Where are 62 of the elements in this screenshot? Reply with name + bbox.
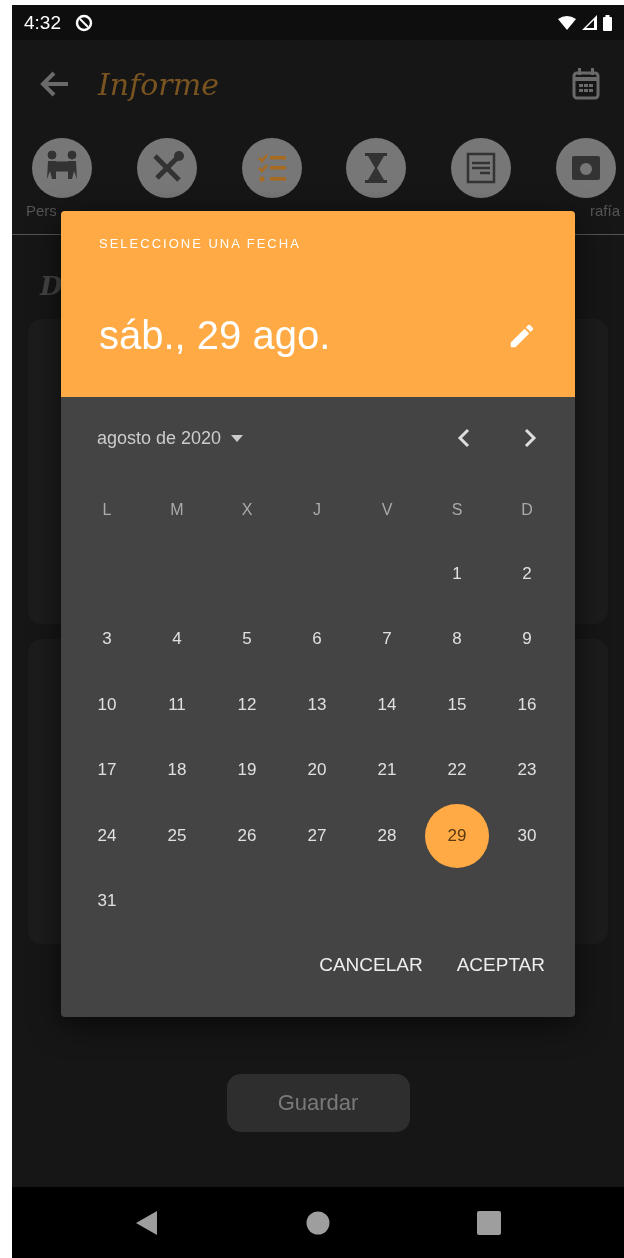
recents-icon[interactable] bbox=[476, 1210, 501, 1235]
calendar-day[interactable]: 29 bbox=[425, 803, 489, 868]
dialog-label: SELECCIONE UNA FECHA bbox=[99, 236, 302, 251]
calendar-day[interactable]: 5 bbox=[215, 607, 279, 672]
calendar-day[interactable]: 26 bbox=[215, 803, 279, 868]
back-arrow-icon[interactable] bbox=[40, 71, 70, 97]
back-icon[interactable] bbox=[135, 1209, 160, 1236]
previous-month-icon[interactable] bbox=[457, 428, 471, 448]
calendar-day[interactable]: 3 bbox=[75, 607, 139, 672]
calendar-day[interactable]: 7 bbox=[355, 607, 419, 672]
calendar-day[interactable]: 30 bbox=[495, 803, 559, 868]
calendar-day[interactable]: 12 bbox=[215, 672, 279, 737]
calendar-day[interactable]: 15 bbox=[425, 672, 489, 737]
camera-icon[interactable] bbox=[556, 138, 616, 198]
calendar-icon[interactable] bbox=[572, 68, 600, 100]
weekday-label: D bbox=[521, 501, 533, 519]
calendar-day[interactable]: 23 bbox=[495, 738, 559, 803]
calendar-day[interactable]: 11 bbox=[145, 672, 209, 737]
month-year-selector[interactable]: agosto de 2020 bbox=[97, 427, 244, 449]
calendar-day[interactable]: 25 bbox=[145, 803, 209, 868]
tab-label: rafía bbox=[589, 202, 620, 219]
calendar-day[interactable]: 14 bbox=[355, 672, 419, 737]
screen-title: Informe bbox=[98, 66, 219, 102]
calendar-day[interactable]: 31 bbox=[75, 869, 139, 934]
calendar-day[interactable]: 24 bbox=[75, 803, 139, 868]
dialog-button[interactable]: CANCELAR bbox=[307, 944, 435, 986]
wifi-icon bbox=[558, 15, 576, 30]
home-icon[interactable] bbox=[306, 1210, 330, 1235]
calendar-day[interactable]: 18 bbox=[145, 738, 209, 803]
dialog-button[interactable]: ACEPTAR bbox=[444, 944, 557, 986]
tab-label: Pers bbox=[26, 202, 57, 219]
calendar-day[interactable]: 21 bbox=[355, 738, 419, 803]
calendar-day[interactable]: 22 bbox=[425, 738, 489, 803]
calendar-day[interactable]: 17 bbox=[75, 738, 139, 803]
status-time: 4:32 bbox=[24, 11, 61, 34]
weekday-label: X bbox=[241, 501, 253, 519]
calendar-day[interactable]: 1 bbox=[425, 541, 489, 606]
hourglass-icon[interactable] bbox=[346, 138, 407, 198]
calendar-day[interactable]: 20 bbox=[285, 738, 349, 803]
checklist-icon[interactable] bbox=[241, 138, 302, 198]
next-month-icon[interactable] bbox=[523, 428, 537, 448]
calendar-day[interactable]: 6 bbox=[285, 607, 349, 672]
calendar-day[interactable]: 10 bbox=[75, 672, 139, 737]
dropdown-icon bbox=[231, 434, 244, 442]
weekday-label: J bbox=[313, 501, 321, 519]
weekday-label: L bbox=[102, 501, 112, 519]
calendar-day[interactable]: 9 bbox=[495, 607, 559, 672]
signal-icon bbox=[582, 15, 597, 30]
calendar-day[interactable]: 13 bbox=[285, 672, 349, 737]
calendar-day[interactable]: 28 bbox=[355, 803, 419, 868]
battery-icon bbox=[603, 14, 612, 31]
weekday-label: M bbox=[170, 501, 184, 519]
calendar-day[interactable]: 8 bbox=[425, 607, 489, 672]
weekday-label: S bbox=[451, 501, 463, 519]
weekday-label: V bbox=[381, 501, 393, 519]
document-icon[interactable] bbox=[451, 138, 512, 198]
calendar-day[interactable]: 27 bbox=[285, 803, 349, 868]
calendar-day[interactable]: 16 bbox=[495, 672, 559, 737]
selected-date: sáb., 29 ago. bbox=[99, 313, 331, 358]
calendar-day[interactable]: 4 bbox=[145, 607, 209, 672]
calendar-day[interactable]: 2 bbox=[495, 541, 559, 606]
calendar-day[interactable]: 19 bbox=[215, 738, 279, 803]
